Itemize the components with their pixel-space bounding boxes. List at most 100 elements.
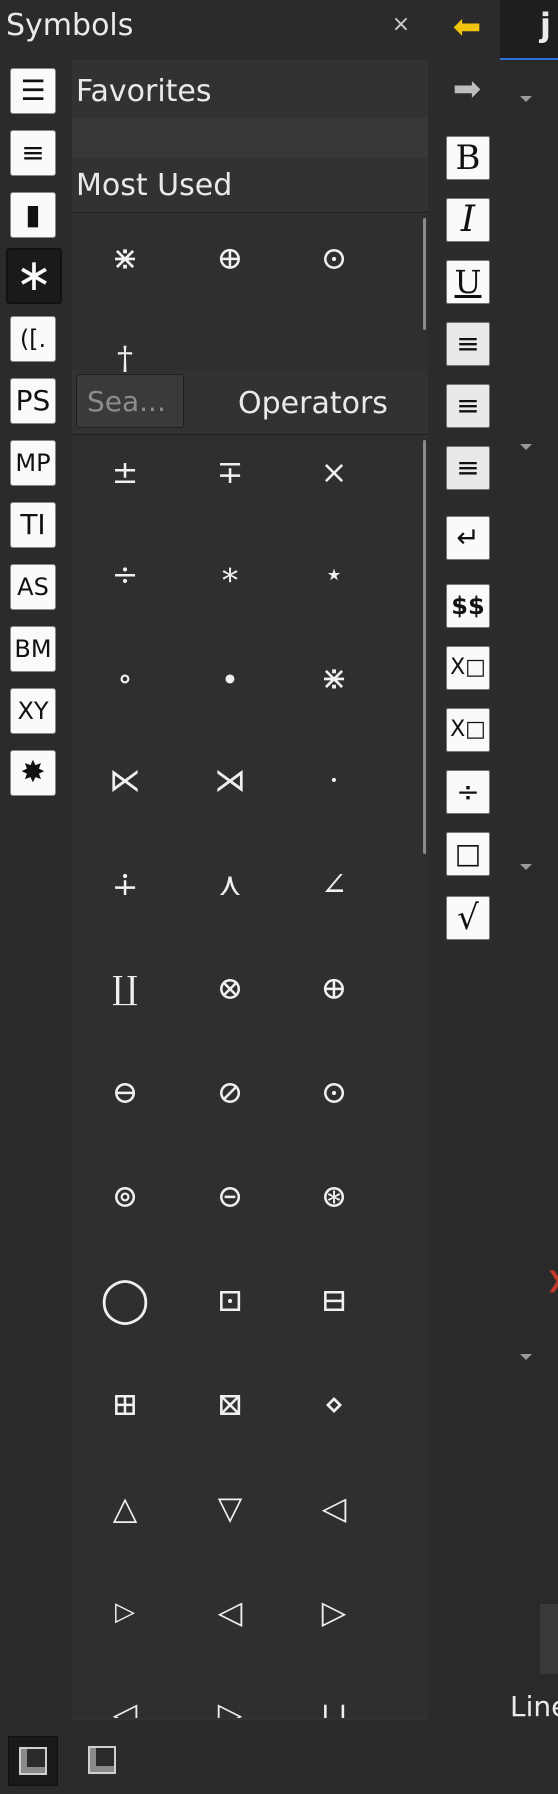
xy-icon: XY xyxy=(17,697,49,725)
editor-tab[interactable]: j xyxy=(540,6,551,44)
underline-button[interactable]: U xyxy=(446,260,490,304)
category-title: Operators xyxy=(238,386,388,421)
panel-layout-button[interactable] xyxy=(8,1736,58,1786)
list-icon: ☰ xyxy=(20,74,46,107)
italic-icon: I xyxy=(460,199,476,240)
sqrt-icon: √ xyxy=(457,898,479,938)
symbol-cell[interactable]: ⊛ xyxy=(304,1166,364,1226)
category-as-icon[interactable]: AS xyxy=(10,564,56,610)
category-brackets-icon[interactable]: ([. xyxy=(10,316,56,362)
symbol-cell[interactable]: ⋄ xyxy=(304,1374,364,1434)
symbol-cell[interactable]: ▷ xyxy=(304,1582,364,1642)
inline-fraction-icon: ÷ xyxy=(456,775,480,808)
symbol-cell[interactable]: ⊔ xyxy=(304,1684,364,1718)
favorites-drop-area[interactable] xyxy=(72,118,428,158)
most-used-scrollbar[interactable] xyxy=(423,218,426,330)
symbol-cell[interactable]: ◁ xyxy=(95,1684,155,1718)
category-asterisk-icon[interactable]: ∗ xyxy=(6,248,62,304)
editor-scrollbar[interactable] xyxy=(540,1604,558,1674)
panel-title: Symbols xyxy=(6,8,134,43)
category-bookmark-icon[interactable]: ▮ xyxy=(10,192,56,238)
category-mp-icon[interactable]: MP xyxy=(10,440,56,486)
category-text-lines-icon[interactable]: ≡ xyxy=(10,130,56,176)
symbol-cell[interactable]: ∓ xyxy=(200,442,260,502)
newline-button[interactable]: ↵ xyxy=(446,516,490,560)
align-left-button[interactable]: ≡ xyxy=(446,322,490,366)
forward-arrow-icon: ➡ xyxy=(452,69,482,109)
symbol-cell[interactable]: △ xyxy=(95,1478,155,1538)
symbol-cell[interactable]: × xyxy=(304,442,364,502)
fraction-button[interactable]: □ xyxy=(446,832,490,876)
sqrt-button[interactable]: √ xyxy=(446,896,490,940)
symbol-cell[interactable]: ◁ xyxy=(200,1582,260,1642)
symbol-cell[interactable]: ⋇ xyxy=(304,648,364,708)
align-right-icon: ≡ xyxy=(456,451,480,484)
symbol-cell[interactable]: ∔ xyxy=(95,854,155,914)
symbol-cell[interactable]: ∗ xyxy=(200,544,260,604)
symbol-cell[interactable]: ◁ xyxy=(304,1478,364,1538)
symbol-cell[interactable]: ⋉ xyxy=(95,750,155,810)
category-ti-icon[interactable]: TI xyxy=(10,502,56,548)
category-list-icon[interactable]: ☰ xyxy=(10,68,56,114)
symbol-cell[interactable]: ▷ xyxy=(200,1684,260,1718)
chevron-down-icon[interactable] xyxy=(520,96,532,102)
symbol-cell[interactable]: ⊠ xyxy=(200,1374,260,1434)
editor-area[interactable] xyxy=(500,60,558,1690)
symbol-cell[interactable]: ⋆ xyxy=(304,544,364,604)
close-icon[interactable]: × xyxy=(390,12,412,38)
forward-button[interactable]: ➡ xyxy=(446,68,488,110)
symbol-cell[interactable]: ⊟ xyxy=(304,1270,364,1330)
back-arrow-icon: ⬅ xyxy=(452,7,482,47)
back-button[interactable]: ⬅ xyxy=(446,6,488,48)
operators-scrollbar[interactable] xyxy=(423,440,426,854)
symbol-cell[interactable]: ▽ xyxy=(200,1478,260,1538)
symbol-cell[interactable]: ⊕ xyxy=(304,958,364,1018)
symbol-cell[interactable]: ⊕ xyxy=(200,228,260,288)
bookmark-icon: ▮ xyxy=(25,198,41,231)
asterisk-icon: ∗ xyxy=(15,250,53,301)
symbol-cell[interactable]: ⊗ xyxy=(200,958,260,1018)
bold-button[interactable]: B xyxy=(446,136,490,180)
category-xy-icon[interactable]: XY xyxy=(10,688,56,734)
chevron-down-icon[interactable] xyxy=(520,1354,532,1360)
symbol-cell[interactable]: ⋏ xyxy=(200,854,260,914)
symbol-cell[interactable]: ⊞ xyxy=(95,1374,155,1434)
category-bm-icon[interactable]: BM xyxy=(10,626,56,672)
symbol-cell[interactable]: ⋇ xyxy=(95,228,155,288)
italic-button[interactable]: I xyxy=(446,198,490,242)
symbol-cell[interactable]: ∙ xyxy=(200,648,260,708)
panel-layout-alt-icon xyxy=(88,1746,116,1774)
symbol-cell[interactable]: ⊙ xyxy=(304,1062,364,1122)
align-center-button[interactable]: ≡ xyxy=(446,384,490,428)
symbol-cell[interactable]: ◯ xyxy=(95,1270,155,1330)
symbol-cell[interactable]: ⋊ xyxy=(200,750,260,810)
symbol-cell[interactable]: ∠ xyxy=(304,854,364,914)
align-right-button[interactable]: ≡ xyxy=(446,446,490,490)
symbol-cell[interactable]: ± xyxy=(95,442,155,502)
symbol-cell[interactable]: ⊖ xyxy=(95,1062,155,1122)
symbol-cell[interactable]: ⊝ xyxy=(200,1166,260,1226)
as-icon: AS xyxy=(17,573,49,601)
chevron-down-icon[interactable] xyxy=(520,444,532,450)
subscript-button[interactable]: X□ xyxy=(446,646,490,690)
symbol-cell[interactable]: ▷ xyxy=(95,1582,155,1642)
symbol-cell[interactable]: ∘ xyxy=(95,648,155,708)
symbol-cell[interactable]: · xyxy=(304,750,364,810)
category-splat-icon[interactable]: ✸ xyxy=(10,750,56,796)
symbol-cell[interactable]: ⊚ xyxy=(95,1166,155,1226)
symbol-cell[interactable]: ⊙ xyxy=(304,228,364,288)
display-math-icon: $$ xyxy=(451,592,485,620)
search-input[interactable]: Sea... xyxy=(76,374,184,428)
most-used-grid: ⋇ ⊕ ⊙ † xyxy=(72,214,428,377)
display-math-button[interactable]: $$ xyxy=(446,584,490,628)
category-ps-icon[interactable]: PS xyxy=(10,378,56,424)
symbol-cell[interactable]: ÷ xyxy=(95,544,155,604)
symbol-cell[interactable]: ∐ xyxy=(95,958,155,1018)
chevron-down-icon[interactable] xyxy=(520,864,532,870)
most-used-title: Most Used xyxy=(76,168,233,203)
superscript-button[interactable]: X□ xyxy=(446,708,490,752)
symbol-cell[interactable]: ⊘ xyxy=(200,1062,260,1122)
inline-fraction-button[interactable]: ÷ xyxy=(446,770,490,814)
panel-layout-alt-button[interactable] xyxy=(78,1736,126,1784)
symbol-cell[interactable]: ⊡ xyxy=(200,1270,260,1330)
